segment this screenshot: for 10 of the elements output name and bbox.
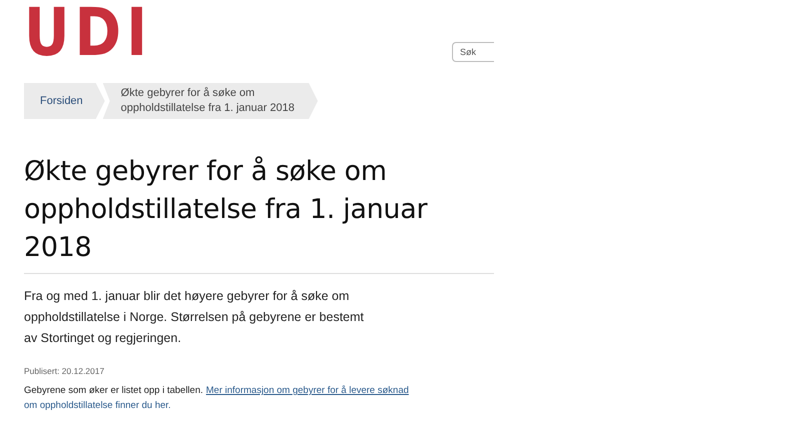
breadcrumb-item[interactable]: Forsiden — [24, 83, 105, 119]
search-field[interactable]: Søk — [452, 42, 494, 62]
body-text: Gebyrene som øker er listet opp i tabellen. — [24, 384, 204, 398]
intro-paragraph: Fra og med 1. januar blir det høyere gebyrer for å søke om oppholdstillatelse i Norge. Størrelsen på gebyrene er bestemt av Stortinget og regjeringen. — [24, 288, 364, 347]
info-link[interactable]: om oppholdstillatelse finner du her. — [24, 398, 171, 413]
logo[interactable]: UDI — [24, 4, 152, 62]
published-date: Publisert: 20.12.2017 — [24, 366, 106, 376]
breadcrumb-item[interactable]: Økte gebyrer for å søke om oppholdstillatelse fra 1. januar 2018 — [102, 83, 318, 119]
page-title: Økte gebyrer for å søke om oppholdstillatelse fra 1. januar 2018 — [24, 153, 494, 274]
info-link[interactable]: Mer informasjon om gebyrer for å levere søknad — [206, 383, 409, 398]
